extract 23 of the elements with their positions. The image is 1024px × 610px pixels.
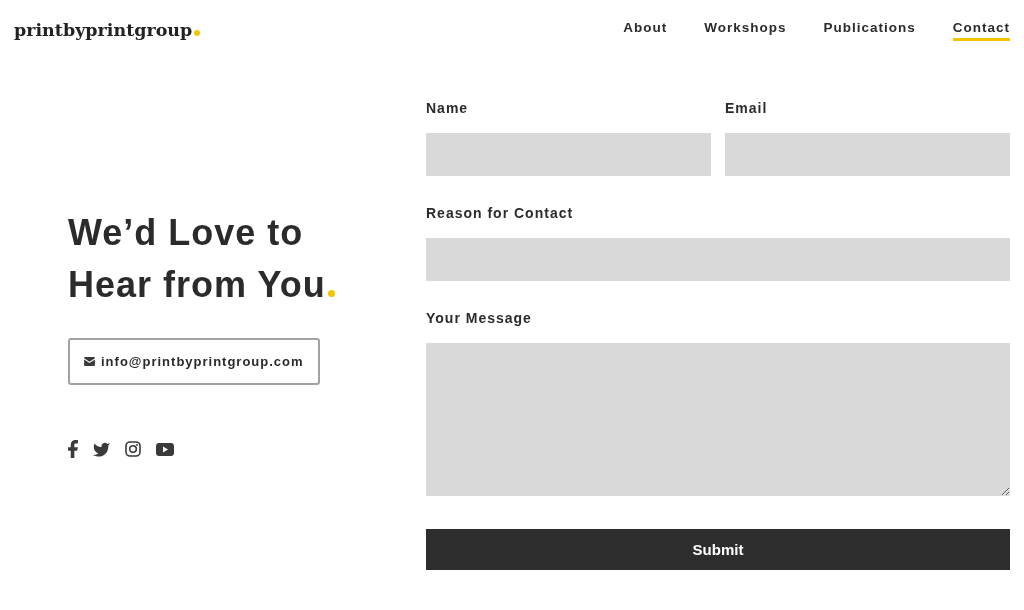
nav-link[interactable]: Contact: [952, 20, 1010, 41]
dot-icon: [327, 290, 335, 297]
field-label: Your Message: [426, 310, 533, 327]
submit-button[interactable]: Submit: [426, 529, 1010, 570]
text-field[interactable]: [725, 133, 1010, 176]
message-field[interactable]: [426, 343, 1010, 496]
text-field[interactable]: [426, 133, 711, 176]
envelope-icon: [84, 357, 95, 366]
nav-link[interactable]: About: [623, 20, 668, 41]
twitter-icon[interactable]: [93, 441, 110, 457]
email-link[interactable]: info@printbyprintgroup.com: [68, 338, 320, 385]
dot-icon: [194, 30, 201, 36]
logo[interactable]: printbyprintgroup: [14, 20, 193, 41]
text-field[interactable]: [426, 238, 1010, 281]
field-label: Name: [426, 100, 470, 117]
field-label: Reason for Contact: [426, 205, 575, 222]
nav-link[interactable]: Publications: [823, 20, 916, 41]
instagram-icon[interactable]: [125, 441, 141, 457]
facebook-icon[interactable]: [68, 440, 78, 458]
nav-link[interactable]: Workshops: [704, 20, 787, 41]
youtube-icon[interactable]: [156, 442, 174, 456]
heading: We’d Love to Hear from You: [68, 212, 326, 305]
field-label: Email: [725, 100, 769, 117]
